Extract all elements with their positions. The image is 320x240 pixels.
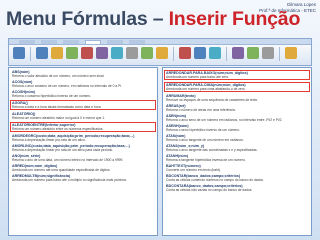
define-name-icon[interactable] — [194, 47, 206, 59]
trace-dependents-icon[interactable] — [247, 47, 259, 59]
calculation-options-icon[interactable] — [285, 47, 297, 59]
more-functions-icon[interactable] — [156, 47, 168, 59]
function-description: Retorna o arco tangente das coordenadas … — [166, 148, 258, 153]
text-functions-icon[interactable] — [96, 47, 108, 59]
function-description: Retorna o arco cosseno de um número, em … — [12, 84, 122, 89]
function-description: Arredonda um número para cima afastando-… — [166, 87, 246, 92]
function-entry[interactable]: ÁREAS(ref) Retorna o número de áreas em u… — [166, 104, 308, 112]
function-description: Retorna o arco tangente de um número em … — [166, 138, 244, 143]
function-description: Conta as células não vazias no campo do … — [166, 188, 253, 193]
function-description: Arredonda um número para baixo até o múl… — [12, 178, 127, 183]
function-description: Converte um número em texto (baht). — [166, 168, 221, 173]
function-description: Retorna o arco seno de um número em radi… — [166, 118, 283, 123]
function-entry[interactable]: ARREDONDAR.PARA.CIMA(núm;núm_dígitos) Arr… — [164, 82, 310, 93]
function-entry[interactable]: ABS(núm) Retorna o valor absoluto de um n… — [12, 70, 154, 78]
ribbon-tab[interactable] — [129, 40, 145, 44]
ribbon-tab[interactable] — [41, 40, 57, 44]
function-entry[interactable]: AMORDEGRC(custo;data_aquisição;prim_perí… — [12, 134, 154, 142]
function-description: Conta as células contendo números no cam… — [166, 178, 264, 183]
function-description: Retorna a depreciação linear pro-rata de… — [12, 138, 86, 143]
ribbon-divider — [279, 47, 280, 61]
function-entry[interactable]: ARREDMULTB(núm;significância) Arredonda u… — [12, 174, 154, 182]
function-description: Retorna um número aleatório entre os núm… — [12, 127, 104, 132]
recent-functions-icon[interactable] — [51, 47, 63, 59]
trace-precedents-icon[interactable] — [232, 47, 244, 59]
function-description: Retorna o seno hiperbólico inverso de um… — [166, 128, 241, 133]
slide: Gilmara Lopes Prof.ª de Informática - ET… — [0, 0, 320, 240]
function-entry[interactable]: BAHTTEXT(número) Converte um número em te… — [166, 164, 308, 172]
function-entry[interactable]: ALEATÓRIO() Retorna um número aleatório m… — [12, 112, 154, 120]
logical-icon[interactable] — [81, 47, 93, 59]
function-entry[interactable]: BDCONTAR(banco_dados;campo;critérios) Con… — [166, 174, 308, 182]
function-list-right[interactable]: ARREDONDAR.PARA.BAIXO(núm;núm_dígitos) Ar… — [162, 67, 312, 236]
function-description: Arredonda um número até uma quantidade e… — [12, 168, 111, 173]
function-list-left[interactable]: ABS(núm) Retorna o valor absoluto de um n… — [8, 67, 158, 236]
ribbon-divider — [30, 47, 31, 61]
function-entry[interactable]: ACOS(núm) Retorna o arco cosseno de um nú… — [12, 80, 154, 88]
ribbon-divider — [173, 47, 174, 61]
ribbon-divider — [226, 47, 227, 61]
function-description: Retorna o cosseno hiperbólico inverso de… — [12, 94, 92, 99]
function-description: Retorna o ano de uma data, um número int… — [12, 158, 124, 163]
function-description: Arredonda um número para baixo até zero. — [166, 75, 230, 80]
function-entry[interactable]: BDCONTARA(banco_dados;campo;critérios) Co… — [166, 184, 308, 192]
function-description: Retorna o número de áreas em uma referên… — [166, 108, 236, 113]
excel-ribbon — [8, 38, 312, 66]
ribbon-tab-formulas[interactable] — [85, 40, 101, 44]
function-entry[interactable]: ATAN(núm) Retorna o arco tangente de um n… — [166, 134, 308, 142]
function-description: Retorna o valor absoluto de um número, u… — [12, 74, 105, 79]
insert-function-icon[interactable] — [13, 47, 25, 59]
function-entry[interactable]: ATAN2(núm_x;núm_y) Retorna o arco tangent… — [166, 144, 308, 152]
title-menu-formulas: Menu Fórmulas – — [6, 8, 169, 30]
ribbon-tab[interactable] — [63, 40, 79, 44]
function-entry[interactable]: ARRED(núm;núm_dígitos) Arredonda um númer… — [12, 164, 154, 172]
function-entry[interactable]: AMORLINC(custo;data_aquisição;prim_perío… — [12, 144, 154, 152]
financial-icon[interactable] — [66, 47, 78, 59]
function-description: Retorna um número aleatório maior ou igu… — [12, 116, 106, 121]
function-entry[interactable]: ANO(núm_série) Retorna o ano de uma data,… — [12, 154, 154, 162]
function-entry[interactable]: ASENH(núm) Retorna o seno hiperbólico inv… — [166, 124, 308, 132]
function-entry[interactable]: ALEATÓRIOENTRE(inferior;superior) Retorna… — [10, 122, 156, 133]
function-description: Retorna a data e a hora atuais formatada… — [12, 105, 102, 110]
function-description: Remove os espaços de uma sequência de ca… — [166, 98, 259, 103]
watch-window-icon[interactable] — [262, 47, 274, 59]
date-time-icon[interactable] — [111, 47, 123, 59]
math-trig-icon[interactable] — [141, 47, 153, 59]
function-entry[interactable]: AGORA() Retorna a data e a hora atuais fo… — [10, 100, 156, 111]
function-description: Retorna a depreciação linear pro rata de… — [12, 148, 114, 153]
function-entry[interactable]: ASEN(núm) Retorna o arco seno de um númer… — [166, 114, 308, 122]
function-entry[interactable]: ATANH(núm) Retorna a tangente hiperbólica… — [166, 154, 308, 162]
lookup-reference-icon[interactable] — [126, 47, 138, 59]
function-entry[interactable]: ARRUMAR(texto) Remove os espaços de uma s… — [166, 94, 308, 102]
autosum-icon[interactable] — [36, 47, 48, 59]
ribbon-tab[interactable] — [19, 40, 35, 44]
function-entry[interactable]: ACOSH(núm) Retorna o cosseno hiperbólico … — [12, 90, 154, 98]
use-in-formula-icon[interactable] — [209, 47, 221, 59]
function-entry[interactable]: ARREDONDAR.PARA.BAIXO(núm;núm_dígitos) Ar… — [164, 70, 310, 81]
ribbon-groups — [9, 45, 311, 63]
function-description: Retorna a tangente hiperbólica inversa d… — [166, 158, 246, 163]
title-inserir-funcao: Inserir Função — [168, 8, 301, 30]
name-manager-icon[interactable] — [179, 47, 191, 59]
slide-title: Menu Fórmulas – Inserir Função — [6, 8, 300, 31]
ribbon-tab[interactable] — [107, 40, 123, 44]
